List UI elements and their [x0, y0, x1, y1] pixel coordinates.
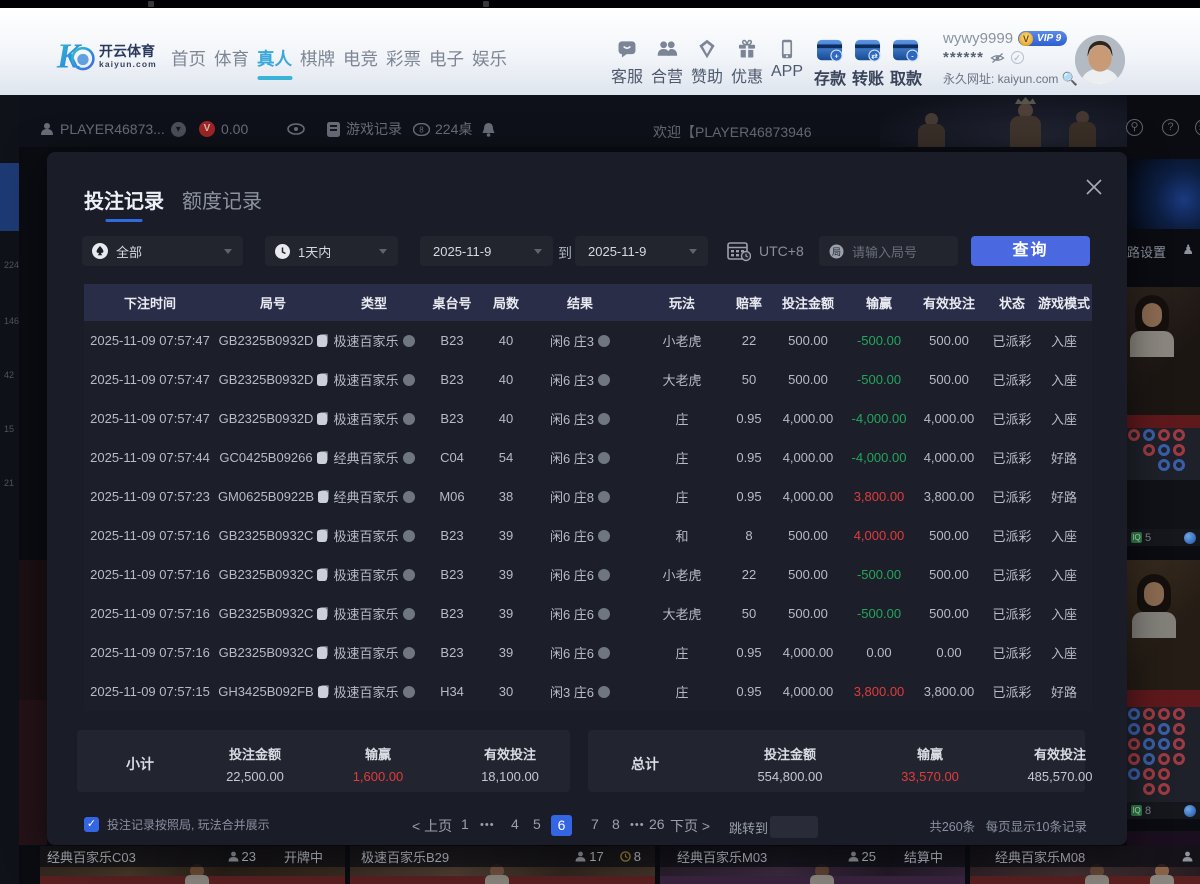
svg-text:局: 局: [832, 247, 841, 257]
svg-text:+: +: [834, 51, 839, 60]
svg-text:8: 8: [419, 125, 424, 134]
svg-text:⇄: ⇄: [871, 51, 877, 60]
